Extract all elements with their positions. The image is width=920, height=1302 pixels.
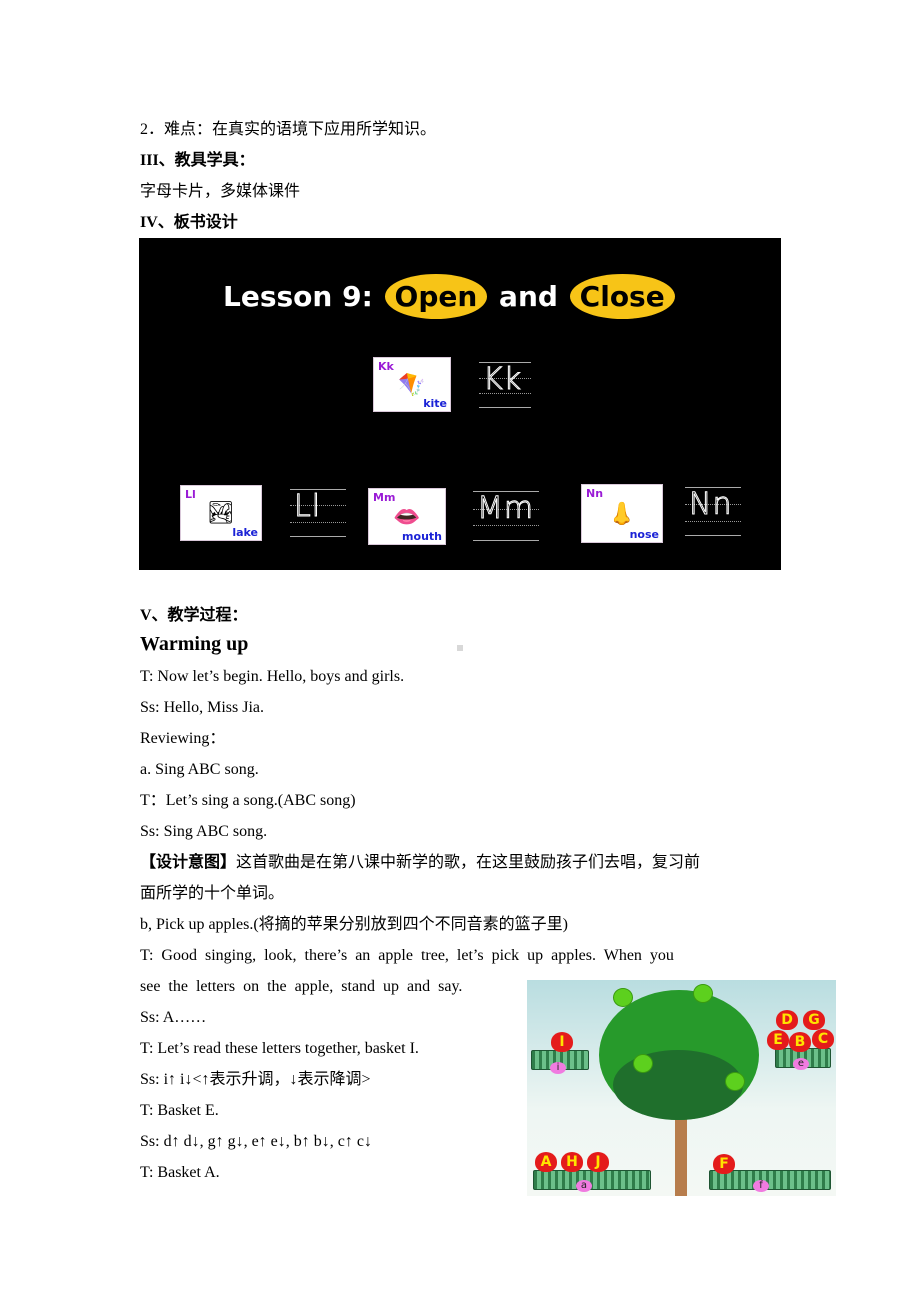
letter-card-mm: Mm 👄 mouth (368, 488, 446, 545)
green-apple-icon (725, 1072, 745, 1091)
activity-b: b, Pick up apples.(将摘的苹果分别放到四个不同音素的篮子里) (140, 916, 568, 933)
letter-card-nn: Nn 👃 nose (581, 484, 663, 543)
letter-apple: A (535, 1152, 557, 1172)
warming-up-heading: Warming up (140, 633, 249, 655)
dialog-line: T: Good singing, look, there’s an apple … (140, 947, 674, 964)
board-design-heading: IV、板书设计 (140, 214, 238, 231)
card-letter: Nn (586, 487, 604, 500)
lesson-title-prefix: Lesson 9: (223, 280, 373, 313)
teaching-aids-text: 字母卡片，多媒体课件 (140, 183, 301, 200)
teaching-process-heading: V、教学过程： (140, 607, 248, 624)
dialog-line: T: Basket E. (140, 1102, 219, 1119)
handwriting-letter: Nn (688, 487, 733, 522)
handwriting-letter: Ll (293, 489, 322, 524)
basket-a (533, 1170, 651, 1190)
green-apple-icon (613, 988, 633, 1007)
dialog-line: T：Let’s sing a song.(ABC song) (140, 792, 356, 809)
letter-apple: E (767, 1030, 789, 1050)
dialog-line: T: Let’s read these letters together, ba… (140, 1040, 419, 1057)
letter-apple: F (713, 1154, 735, 1174)
handwriting-letter: Kk (482, 362, 523, 397)
design-intent-label: 【设计意图】 (140, 854, 237, 871)
green-apple-icon (633, 1054, 653, 1073)
nose-icon: 👃 (608, 500, 636, 526)
letter-apple: B (789, 1032, 811, 1052)
handwriting-lines-nn: Nn (685, 487, 741, 536)
basket-sound-badge: e (793, 1058, 809, 1070)
handwriting-letter: Mm (476, 491, 535, 526)
dialog-line: T: Basket A. (140, 1164, 220, 1181)
dialog-line: Ss: d↑ d↓, g↑ g↓, e↑ e↓, b↑ b↓, c↑ c↓ (140, 1133, 372, 1150)
basket-sound-badge: a (576, 1180, 592, 1192)
dialog-line: Ss: Hello, Miss Jia. (140, 699, 265, 716)
design-intent: 【设计意图】这首歌曲是在第八课中新学的歌，在这里鼓励孩子们去唱，复习前 (140, 853, 700, 873)
design-intent-text: 这首歌曲是在第八课中新学的歌，在这里鼓励孩子们去唱，复习前 (236, 854, 701, 871)
mouth-icon: 👄 (393, 503, 421, 529)
dialog-line: Ss: i↑ i↓<↑表示升调，↓表示降调> (140, 1071, 371, 1088)
anchor-marker (457, 645, 463, 651)
dialog-line: see the letters on the apple, stand up a… (140, 978, 463, 995)
teaching-aids-heading: III、教具学具： (140, 152, 255, 169)
basket-sound-badge: i (550, 1062, 566, 1074)
dialog-line: Ss: A…… (140, 1009, 207, 1026)
handwriting-lines-ll: Ll (290, 489, 346, 537)
letter-apple: C (812, 1029, 834, 1049)
green-apple-icon (693, 984, 713, 1003)
basket-sound-badge: f (753, 1180, 769, 1192)
apple-tree-image: i I e D G E B C a A H J f F (527, 980, 836, 1196)
board-design-image: Lesson 9: Open and Close Kk 🪁 kite Kk Ll… (139, 238, 781, 570)
close-word: Close (569, 274, 675, 319)
kite-icon: 🪁 (398, 371, 426, 397)
design-intent-continued: 面所学的十个单词。 (140, 885, 285, 902)
card-word: kite (423, 397, 447, 410)
letter-card-ll: Ll 🏞 lake (180, 485, 262, 541)
handwriting-lines-kk: Kk (479, 362, 531, 408)
dialog-line: Ss: Sing ABC song. (140, 823, 268, 840)
card-word: lake (232, 526, 258, 539)
letter-apple: G (803, 1010, 825, 1030)
letter-apple: D (776, 1010, 798, 1030)
activity-a: a. Sing ABC song. (140, 761, 259, 778)
handwriting-lines-mm: Mm (473, 491, 539, 541)
difficulty-point: 2．难点：在真实的语境下应用所学知识。 (140, 121, 437, 138)
dialog-line: T: Now let’s begin. Hello, boys and girl… (140, 668, 405, 685)
letter-apple: J (587, 1152, 609, 1172)
card-word: nose (629, 528, 659, 541)
letter-apple: H (561, 1152, 583, 1172)
and-word: and (499, 280, 558, 313)
letter-apple: I (551, 1032, 573, 1052)
open-word: Open (384, 274, 488, 319)
card-letter: Ll (185, 488, 196, 501)
lake-icon: 🏞 (207, 500, 235, 525)
card-word: mouth (402, 530, 442, 543)
card-letter: Kk (378, 360, 394, 373)
card-letter: Mm (373, 491, 396, 504)
letter-card-kk: Kk 🪁 kite (373, 357, 451, 412)
reviewing-label: Reviewing： (140, 730, 226, 747)
lesson-title: Lesson 9: Open and Close (223, 274, 677, 319)
